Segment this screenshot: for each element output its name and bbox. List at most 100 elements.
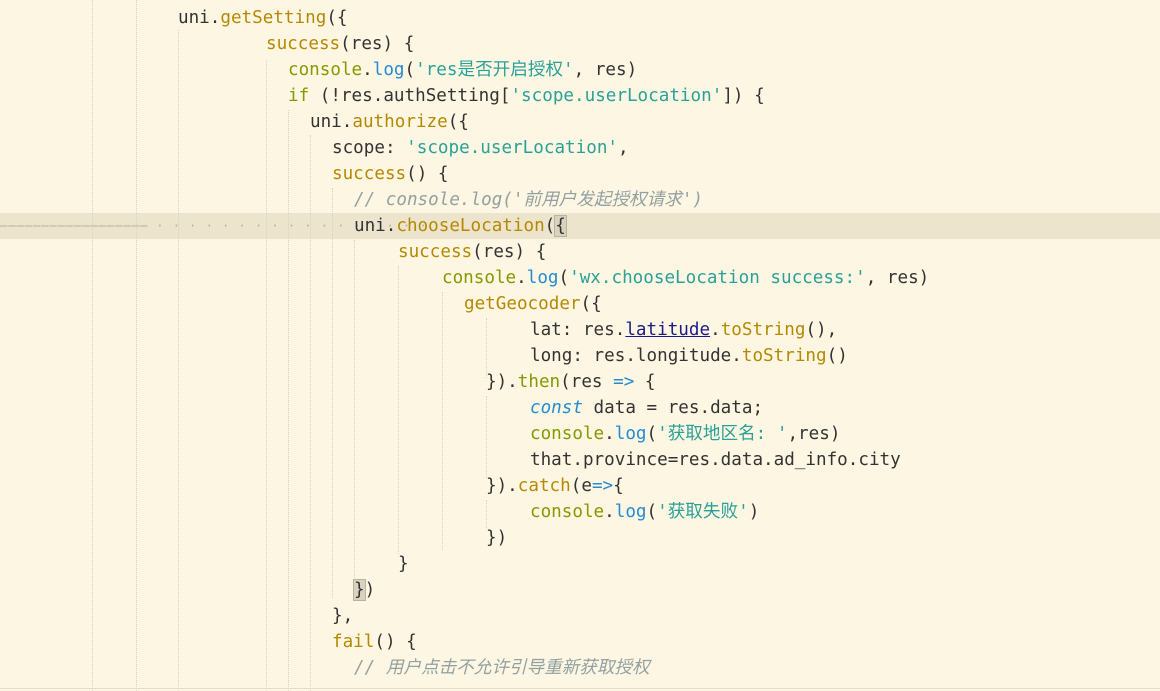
code-token: long: res.longitude. (530, 346, 742, 366)
code-token: } (398, 554, 409, 574)
code-line[interactable]: if (!res.authSetting['scope.userLocation… (288, 83, 765, 109)
code-token: { (634, 372, 656, 392)
code-token: console (530, 502, 605, 522)
code-token: 'wx.chooseLocation success:' (569, 268, 866, 288)
indent-guide (398, 266, 399, 554)
code-token: , res) (865, 268, 930, 288)
code-token: . (710, 320, 721, 340)
code-token: const (530, 398, 583, 418)
code-token: console (530, 424, 605, 444)
indent-guide (486, 396, 487, 478)
code-token: (res) { (472, 242, 547, 262)
code-line[interactable]: const data = res.data; (530, 395, 763, 421)
code-token: that.province=res.data.ad_info.city (530, 450, 901, 470)
code-line[interactable]: success() { (332, 161, 449, 187)
code-token: chooseLocation (396, 216, 545, 236)
code-token: }). (486, 372, 518, 392)
code-token: lat: res. (530, 320, 626, 340)
code-line[interactable]: getGeocoder({ (464, 291, 602, 317)
code-token: success (332, 164, 407, 184)
code-line[interactable]: console.log('获取地区名: ',res) (530, 421, 840, 447)
indent-guide (332, 188, 333, 598)
code-token: log (526, 268, 559, 288)
code-token: // 用户点击不允许引导重新获取授权 (354, 658, 650, 678)
indent-guide (92, 0, 93, 691)
code-line[interactable]: uni.authorize({ (310, 109, 469, 135)
code-token: }) (486, 528, 508, 548)
code-token: ( (646, 424, 658, 444)
code-token: latitude (625, 320, 711, 340)
code-token: () { (374, 632, 417, 652)
indent-guide (136, 0, 137, 691)
code-token: success (398, 242, 473, 262)
code-token: ({ (326, 8, 348, 28)
code-token: . (362, 60, 373, 80)
code-token: ) (748, 502, 760, 522)
code-line[interactable]: }).catch(e=>{ (486, 473, 624, 499)
code-token: . (516, 268, 527, 288)
indent-guide (288, 110, 289, 691)
code-line[interactable]: // console.log('前用户发起授权请求') (354, 187, 703, 213)
code-token: if (288, 86, 310, 106)
code-token: then (517, 372, 561, 392)
code-token: 'scope.userLocation' (406, 138, 619, 158)
indent-guide (310, 135, 311, 691)
code-line[interactable]: } (398, 551, 409, 577)
code-line[interactable]: console.log('获取失败') (530, 499, 759, 525)
code-token: data = res.data; (582, 398, 764, 418)
code-token: } (353, 579, 366, 601)
code-token: (res) { (340, 34, 415, 54)
indent-guide (354, 240, 355, 580)
code-token: () (826, 346, 848, 366)
code-token: ,res) (787, 424, 841, 444)
code-token: scope: (332, 138, 407, 158)
code-token: (), (805, 320, 838, 340)
code-token: ({ (447, 112, 469, 132)
code-token: (!res.authSetting[ (309, 86, 511, 106)
code-token: success (266, 34, 341, 54)
code-token: catch (517, 476, 571, 496)
code-line[interactable]: }) (353, 577, 375, 603)
indent-guide (486, 500, 487, 528)
code-line[interactable]: }, (332, 603, 353, 629)
code-token: => (591, 476, 614, 496)
code-line[interactable]: }) (486, 525, 507, 551)
code-line[interactable]: lat: res.latitude.toString(), (530, 317, 837, 343)
code-token: getSetting (220, 8, 327, 28)
code-token: ( (558, 268, 570, 288)
code-line[interactable]: console.log('res是否开启授权', res) (288, 57, 637, 83)
code-line[interactable]: }).then(res => { (486, 369, 656, 395)
code-token: log (614, 424, 647, 444)
code-editor[interactable]: ────────────────── · · · · · · · · · · ·… (0, 0, 1160, 691)
code-token: ( (646, 502, 658, 522)
code-line[interactable]: uni.chooseLocation({ (354, 213, 567, 239)
code-token: toString (741, 346, 827, 366)
code-token: 'res是否开启授权' (415, 60, 574, 80)
code-line[interactable]: success(res) { (398, 239, 546, 265)
code-token: ]) { (722, 86, 765, 106)
code-token: () { (406, 164, 449, 184)
code-line[interactable]: success(res) { (266, 31, 414, 57)
code-token: { (554, 215, 567, 237)
code-token: getGeocoder (464, 294, 581, 314)
indent-guide (442, 292, 443, 550)
code-token: . (604, 424, 615, 444)
code-token: }, (332, 606, 354, 626)
code-token: (e (570, 476, 592, 496)
code-token: ({ (580, 294, 602, 314)
code-line[interactable]: fail() { (332, 629, 417, 655)
code-line[interactable]: that.province=res.data.ad_info.city (530, 447, 901, 473)
code-line[interactable]: long: res.longitude.toString() (530, 343, 848, 369)
code-line[interactable]: // 用户点击不允许引导重新获取授权 (354, 655, 650, 681)
code-line[interactable]: scope: 'scope.userLocation', (332, 135, 629, 161)
indent-guide (178, 30, 179, 691)
code-token: uni. (310, 112, 353, 132)
code-token: , res) (573, 60, 638, 80)
code-token: toString (720, 320, 806, 340)
code-line[interactable]: console.log('wx.chooseLocation success:'… (442, 265, 929, 291)
code-token: console (442, 268, 517, 288)
code-line[interactable]: uni.getSetting({ (178, 5, 348, 31)
code-token: uni. (178, 8, 221, 28)
code-token: 'scope.userLocation' (510, 86, 723, 106)
code-token: fail (332, 632, 375, 652)
